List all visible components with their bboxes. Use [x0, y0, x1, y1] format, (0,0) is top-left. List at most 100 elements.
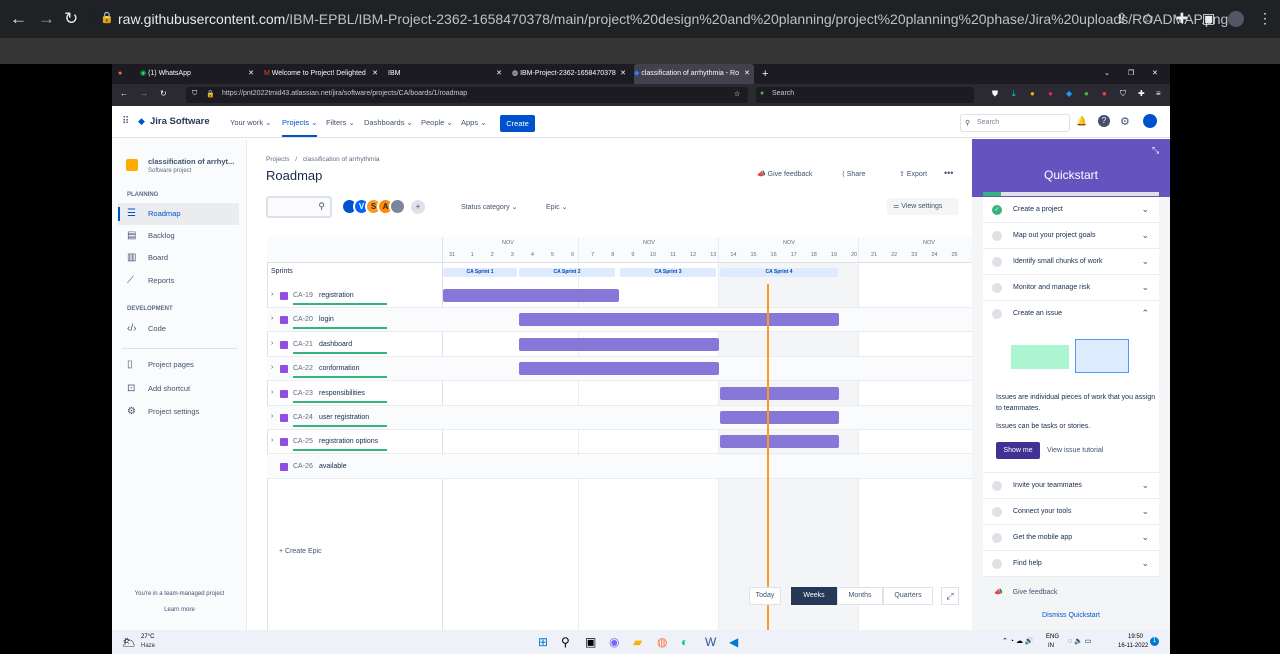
- app-switcher-icon[interactable]: ⠿: [122, 116, 129, 127]
- qs-item-map-goals[interactable]: Map out your project goals ⌄: [983, 223, 1159, 249]
- sidebar-item-project-pages[interactable]: ▯ Project pages: [118, 354, 239, 376]
- qs-item-identify-chunks[interactable]: Identify small chunks of work ⌄: [983, 249, 1159, 275]
- firefox-view-icon[interactable]: ●: [118, 64, 134, 84]
- extensions-icon[interactable]: ✚: [1176, 10, 1188, 27]
- tab-whatsapp[interactable]: ◉ (1) WhatsApp ✕: [140, 64, 258, 84]
- user-avatar[interactable]: [1143, 114, 1157, 128]
- give-feedback-button[interactable]: 📣 Give feedback: [757, 170, 812, 178]
- epic-timeline-bar[interactable]: [519, 362, 719, 376]
- sidebar-item-code[interactable]: ‹/› Code: [118, 318, 239, 340]
- breadcrumb-project[interactable]: classification of arrhythmia: [303, 156, 380, 163]
- create-epic-button[interactable]: + Create Epic: [279, 548, 322, 555]
- project-name[interactable]: classification of arrhyt...: [148, 157, 234, 166]
- jira-search-input[interactable]: ⚲ Search: [960, 114, 1070, 132]
- fullscreen-icon[interactable]: ⤢: [941, 587, 959, 605]
- qs-item-connect-tools[interactable]: Connect your tools ⌄: [983, 499, 1159, 525]
- profile-avatar[interactable]: [1228, 11, 1244, 27]
- reload-icon[interactable]: ↻: [160, 89, 167, 98]
- breadcrumb-projects[interactable]: Projects: [266, 156, 289, 163]
- tab-jira-active[interactable]: ◆ classification of arrhythmia - Ro ✕: [634, 64, 754, 84]
- nav-projects[interactable]: Projects ⌄: [282, 118, 318, 137]
- tab-gmail[interactable]: M Welcome to Project! Delighted ✕: [264, 64, 382, 84]
- settings-icon[interactable]: ⚙: [1120, 115, 1130, 128]
- back-icon[interactable]: ←: [10, 9, 27, 29]
- tab-ibm[interactable]: IBM ✕: [388, 64, 506, 84]
- word-icon[interactable]: W: [705, 635, 716, 649]
- reload-icon[interactable]: ↻: [64, 9, 78, 29]
- notifications-icon[interactable]: 🔔: [1076, 116, 1087, 127]
- extension-icon[interactable]: ●: [1084, 89, 1089, 98]
- firefox-address-bar[interactable]: ⛉ 🔒 https://pnt2022tmid43.atlassian.net/…: [186, 87, 748, 103]
- epic-name[interactable]: login: [319, 316, 334, 323]
- qs-give-feedback[interactable]: 📣 Give feedback: [994, 588, 1057, 596]
- close-icon[interactable]: ✕: [496, 64, 502, 84]
- nav-people[interactable]: People ⌄: [421, 118, 453, 127]
- system-tray-icons[interactable]: ⌃ ◔ ☁ 🔊: [1002, 637, 1034, 645]
- epic-timeline-bar[interactable]: [519, 337, 719, 351]
- extensions-icon[interactable]: ✚: [1138, 89, 1145, 98]
- sidebar-item-board[interactable]: ▥ Board: [118, 247, 239, 269]
- epic-timeline-bar[interactable]: [720, 411, 839, 424]
- qs-item-create-issue[interactable]: Create an issue ⌃ Issues are individual p…: [983, 301, 1159, 473]
- learn-more-link[interactable]: Learn more: [112, 607, 247, 613]
- sidebar-item-add-shortcut[interactable]: ⊡ Add shortcut: [118, 378, 239, 400]
- extension-icon[interactable]: ●: [1048, 89, 1053, 98]
- zoom-weeks-button[interactable]: Weeks: [791, 587, 837, 605]
- epic-key[interactable]: CA-19: [293, 292, 313, 299]
- epic-name[interactable]: registration: [319, 292, 354, 299]
- expand-chevron-icon[interactable]: ›: [271, 413, 273, 420]
- zoom-months-button[interactable]: Months: [837, 587, 883, 605]
- add-people-icon[interactable]: +: [411, 200, 425, 214]
- show-me-button[interactable]: Show me: [996, 442, 1040, 459]
- nav-dashboards[interactable]: Dashboards ⌄: [364, 118, 413, 127]
- view-settings-button[interactable]: ⚌ View settings: [887, 198, 959, 215]
- qs-item-mobile-app[interactable]: Get the mobile app ⌄: [983, 525, 1159, 551]
- language-indicator[interactable]: ENG: [1046, 634, 1059, 640]
- epic-name[interactable]: registration options: [319, 438, 378, 445]
- sprint-chip[interactable]: CA Sprint 3: [620, 268, 716, 277]
- menu-icon[interactable]: ≡: [1156, 89, 1161, 98]
- extension-icon[interactable]: ⛉: [1120, 89, 1126, 99]
- new-tab-icon[interactable]: +: [762, 64, 768, 84]
- share-icon[interactable]: ⇪: [1116, 10, 1128, 27]
- chevron-down-icon[interactable]: ⌄: [1104, 64, 1110, 84]
- epic-name[interactable]: available: [319, 463, 347, 470]
- extension-icon[interactable]: ◆: [1066, 89, 1072, 98]
- expand-chevron-icon[interactable]: ›: [271, 315, 273, 322]
- epic-timeline-bar[interactable]: [443, 289, 619, 302]
- edge-icon[interactable]: ◐: [681, 635, 688, 649]
- qs-item-create-project[interactable]: ✓ Create a project ⌄: [983, 197, 1159, 223]
- extension-icon[interactable]: ●: [1102, 89, 1107, 98]
- collapse-icon[interactable]: ⤡: [1152, 145, 1159, 156]
- search-icon[interactable]: ⚲: [561, 635, 570, 649]
- sidebar-item-project-settings[interactable]: ⚙ Project settings: [118, 401, 239, 423]
- epic-name[interactable]: dashboard: [319, 341, 352, 348]
- epic-key[interactable]: CA-20: [293, 316, 313, 323]
- epic-key[interactable]: CA-24: [293, 414, 313, 421]
- star-icon[interactable]: ☆: [1142, 10, 1155, 27]
- epic-timeline-bar[interactable]: [519, 313, 839, 327]
- forward-icon[interactable]: →: [38, 9, 55, 29]
- start-icon[interactable]: ⊞: [538, 635, 548, 649]
- bookmark-star-icon[interactable]: ☆: [734, 90, 740, 98]
- sidepanel-icon[interactable]: ▣: [1202, 10, 1215, 27]
- back-icon[interactable]: ←: [120, 89, 128, 98]
- epic-timeline-bar[interactable]: [720, 386, 839, 400]
- firefox-search-field[interactable]: ● Search: [756, 87, 974, 103]
- epic-filter[interactable]: Epic ⌄: [546, 203, 567, 211]
- dismiss-quickstart-link[interactable]: Dismiss Quickstart: [972, 612, 1170, 619]
- expand-chevron-icon[interactable]: ›: [271, 437, 273, 444]
- close-icon[interactable]: ✕: [620, 64, 626, 84]
- qs-item-invite-teammates[interactable]: Invite your teammates ⌄: [983, 473, 1159, 499]
- create-button[interactable]: Create: [500, 115, 535, 132]
- epic-row[interactable]: [267, 454, 987, 479]
- vscode-icon[interactable]: ◀: [729, 635, 738, 649]
- epic-timeline-bar[interactable]: [720, 435, 839, 449]
- task-view-icon[interactable]: ▣: [585, 635, 596, 649]
- help-icon[interactable]: ?: [1098, 115, 1110, 127]
- epic-key[interactable]: CA-25: [293, 438, 313, 445]
- nav-your-work[interactable]: Your work ⌄: [230, 118, 271, 127]
- avatar-user-5[interactable]: [389, 198, 406, 215]
- epic-key[interactable]: CA-23: [293, 390, 313, 397]
- status-category-filter[interactable]: Status category ⌄: [461, 203, 517, 211]
